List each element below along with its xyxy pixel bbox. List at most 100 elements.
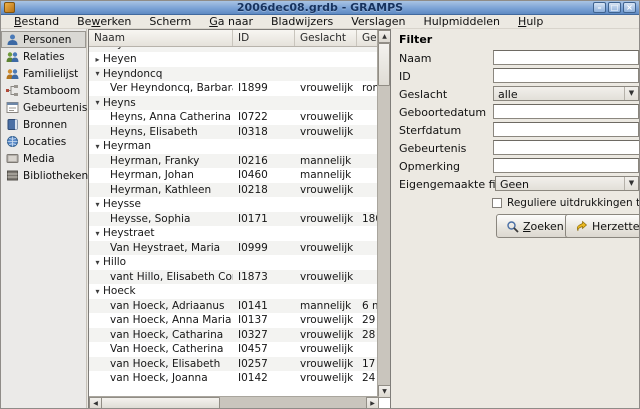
group-name: Heysse (102, 198, 233, 210)
menu-ga-naar[interactable]: Ga naar (200, 15, 262, 28)
person-row[interactable]: van Hoeck, Anna MariaI0137vrouwelijk29 (89, 313, 378, 328)
title-bar[interactable]: 2006dec08.grdb - GRAMPS –□× (1, 1, 639, 15)
person-row[interactable]: van Hoeck, JoannaI0142vrouwelijk24 (89, 371, 378, 386)
surname-group-row[interactable]: ▾Heyrman (89, 139, 378, 154)
person-gender: mannelijk (295, 169, 357, 181)
person-gender: vrouwelijk (295, 271, 357, 283)
geslacht-dropdown[interactable]: alle▼ (493, 86, 639, 101)
sidebar-item-personen[interactable]: Personen (1, 31, 86, 48)
surname-group-row[interactable]: ▾Heystraet (89, 226, 378, 241)
menu-hulpmiddelen[interactable]: Hulpmiddelen (414, 15, 509, 28)
regex-checkbox[interactable] (492, 198, 502, 208)
geboortedatum-input[interactable] (493, 104, 639, 119)
horizontal-scroll-thumb[interactable] (101, 397, 220, 409)
herzetten-button[interactable]: Herzetten (565, 214, 640, 238)
zoeken-button[interactable]: Zoeken (496, 214, 574, 238)
filter-label-geslacht: Geslacht (399, 88, 447, 101)
menu-bestand[interactable]: Bestand (5, 15, 68, 28)
filter-row-geslacht: Geslachtalle▼ (399, 85, 633, 103)
eigengemaakte-filters-dropdown[interactable]: Geen▼ (495, 176, 639, 191)
scroll-up-button[interactable]: ▲ (378, 30, 391, 43)
surname-group-row[interactable]: ▾Heyndoncq (89, 67, 378, 82)
column-header-geslacht[interactable]: Geslacht (295, 30, 357, 46)
sidebar-item-label: Familielijst (23, 68, 78, 80)
person-gender: vrouwelijk (295, 111, 357, 123)
person-birthdate: ron (357, 82, 378, 94)
person-name: Heyrman, Franky (89, 155, 233, 167)
expander-open-icon[interactable]: ▾ (93, 229, 102, 238)
person-row[interactable]: Ver Heyndoncq, BarbaraI1899vrouwelijkron (89, 81, 378, 96)
sidebar-item-label: Personen (23, 34, 71, 46)
person-row[interactable]: van Hoeck, ElisabethI0257vrouwelijk17 (89, 357, 378, 372)
opmerking-input[interactable] (493, 158, 639, 173)
expander-closed-icon[interactable]: ▸ (93, 55, 102, 64)
person-name: Heyrman, Kathleen (89, 184, 233, 196)
person-row[interactable]: van Hoeck, CatharinaI0327vrouwelijk28 (89, 328, 378, 343)
id-input[interactable] (493, 68, 639, 83)
sterfdatum-input[interactable] (493, 122, 639, 137)
gebeurtenis-input[interactable] (493, 140, 640, 155)
menu-hulp[interactable]: Hulp (509, 15, 552, 28)
button-label: Zoeken (523, 220, 564, 233)
person-id: I1873 (233, 271, 295, 283)
minimize-button[interactable]: – (593, 2, 606, 13)
column-header-id[interactable]: ID (233, 30, 295, 46)
group-name: Heystraet (102, 227, 233, 239)
close-button[interactable]: × (623, 2, 636, 13)
column-header-naam[interactable]: Naam (89, 30, 233, 46)
person-row[interactable]: Van Heystraet, MariaI0999vrouwelijk (89, 241, 378, 256)
menu-verslagen[interactable]: Verslagen (342, 15, 414, 28)
menu-bladwijzers[interactable]: Bladwijzers (262, 15, 342, 28)
vertical-scroll-thumb[interactable] (378, 43, 390, 86)
surname-group-row[interactable]: ▾Heysse (89, 197, 378, 212)
person-id: I0137 (233, 314, 295, 326)
sidebar-item-bibliotheken[interactable]: Bibliotheken (1, 167, 86, 184)
naam-input[interactable] (493, 50, 639, 65)
surname-group-row[interactable]: ▸Heyen (89, 52, 378, 67)
person-id: I0216 (233, 155, 295, 167)
sidebar-item-media[interactable]: Media (1, 150, 86, 167)
person-row[interactable]: Heysse, SophiaI0171vrouwelijk180 (89, 212, 378, 227)
person-gender: mannelijk (295, 155, 357, 167)
surname-group-row[interactable]: ▾Heyns (89, 96, 378, 111)
vertical-scrollbar[interactable]: ▲ ▼ (377, 30, 390, 398)
filter-row-gebeurtenis: Gebeurtenis▼ (399, 139, 633, 157)
sidebar-item-familielijst[interactable]: Familielijst (1, 65, 86, 82)
person-row[interactable]: Heyrman, KathleenI0218vrouwelijk (89, 183, 378, 198)
sidebar-item-relaties[interactable]: Relaties (1, 48, 86, 65)
expander-open-icon[interactable]: ▾ (93, 258, 102, 267)
scroll-down-button[interactable]: ▼ (378, 385, 391, 398)
person-row[interactable]: Heyrman, JohanI0460mannelijk (89, 168, 378, 183)
person-row[interactable]: van Hoeck, AdriaanusI0141mannelijk6 m (89, 299, 378, 314)
person-gender: vrouwelijk (295, 184, 357, 196)
search-icon (506, 220, 519, 233)
surname-group-row[interactable]: ▾Hoeck (89, 284, 378, 299)
sidebar-item-stamboom[interactable]: Stamboom (1, 82, 86, 99)
scroll-right-button[interactable]: ▶ (366, 397, 379, 409)
menu-scherm[interactable]: Scherm (140, 15, 200, 28)
person-row[interactable]: vant Hillo, Elisabeth CorneliI1873vrouwe… (89, 270, 378, 285)
expander-open-icon[interactable]: ▾ (93, 69, 102, 78)
maximize-button[interactable]: □ (608, 2, 621, 13)
surname-group-row[interactable]: ▾Hillo (89, 255, 378, 270)
expander-open-icon[interactable]: ▾ (93, 142, 102, 151)
person-name: van Hoeck, Catharina (89, 329, 233, 341)
expander-open-icon[interactable]: ▾ (93, 98, 102, 107)
person-row[interactable]: Van Hoeck, CatherinaI0457vrouwelijk (89, 342, 378, 357)
person-row[interactable]: Heyns, Anna CatherinaI0722vrouwelijk (89, 110, 378, 125)
person-row[interactable]: Heyns, ElisabethI0318vrouwelijk (89, 125, 378, 140)
person-id: I0460 (233, 169, 295, 181)
expander-open-icon[interactable]: ▾ (93, 200, 102, 209)
sidebar-item-bronnen[interactable]: Bronnen (1, 116, 86, 133)
horizontal-scrollbar[interactable]: ◀ ▶ (89, 396, 379, 409)
filter-row-opmerking: Opmerking (399, 157, 633, 175)
filter-row-sterfdatum: Sterfdatum (399, 121, 633, 139)
person-gender: vrouwelijk (295, 329, 357, 341)
column-header-geb[interactable]: Geb (357, 30, 378, 46)
sidebar-item-locaties[interactable]: Locaties (1, 133, 86, 150)
person-row[interactable]: Heyrman, FrankyI0216mannelijk (89, 154, 378, 169)
sidebar-item-gebeurtenissen[interactable]: Gebeurtenissen (1, 99, 86, 116)
menu-bewerken[interactable]: Bewerken (68, 15, 140, 28)
window-controls: –□× (593, 2, 636, 13)
expander-open-icon[interactable]: ▾ (93, 287, 102, 296)
